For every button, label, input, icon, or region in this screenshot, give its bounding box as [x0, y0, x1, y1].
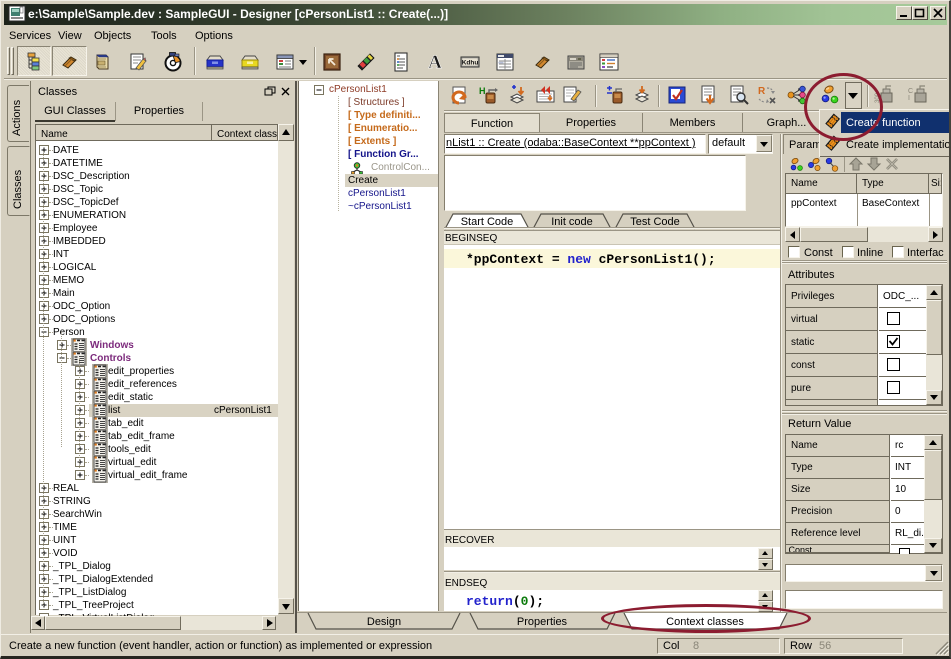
svg-text:A: A	[428, 52, 442, 73]
svg-text:R: R	[758, 86, 766, 97]
svg-text:Kdhu: Kdhu	[462, 60, 479, 67]
svg-text:Design: Design	[367, 616, 401, 628]
svg-text:C: C	[908, 88, 913, 95]
svg-text:I: I	[908, 95, 910, 102]
svg-text:Properties: Properties	[517, 616, 568, 628]
svg-text:H: H	[479, 86, 486, 96]
